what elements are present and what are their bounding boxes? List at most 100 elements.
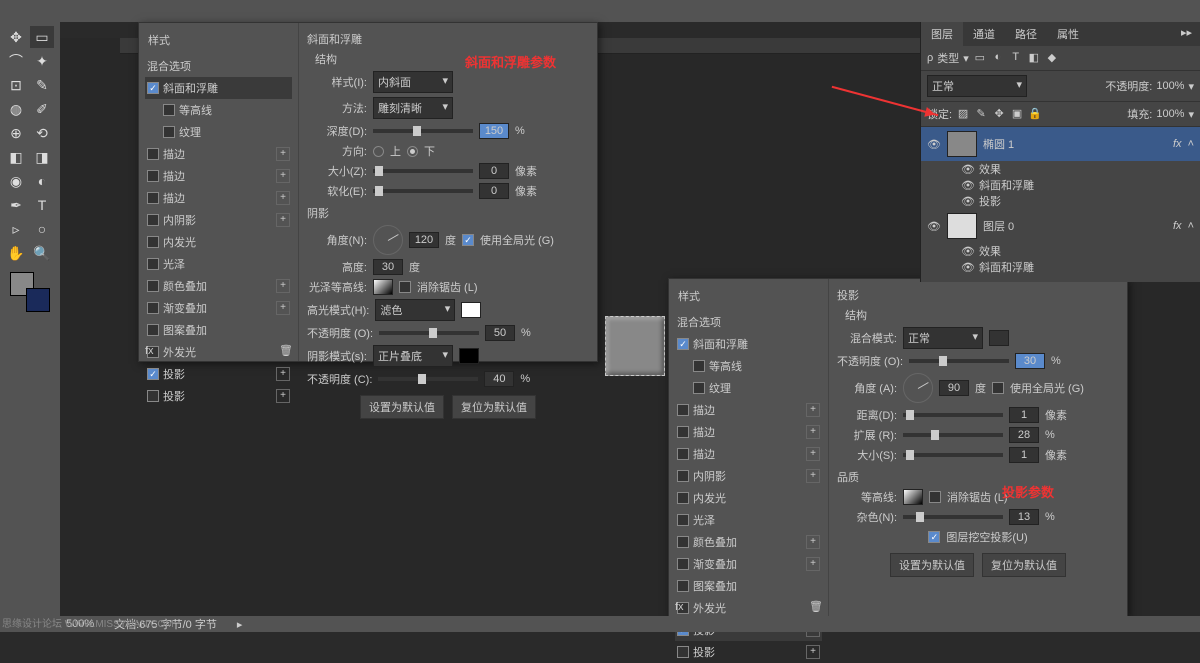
- style-内发光[interactable]: 内发光: [145, 231, 292, 253]
- style-checkbox[interactable]: [677, 338, 689, 350]
- style-图案叠加[interactable]: 图案叠加: [145, 319, 292, 341]
- style-描边[interactable]: 描边+: [675, 399, 822, 421]
- style-checkbox[interactable]: [693, 360, 705, 372]
- style-checkbox[interactable]: [677, 426, 689, 438]
- contour-picker[interactable]: [903, 489, 923, 505]
- heal-tool[interactable]: ◍: [4, 98, 28, 120]
- hand-tool[interactable]: ✋: [4, 242, 28, 264]
- highlight-color[interactable]: [461, 302, 481, 318]
- style-投影[interactable]: 投影+: [145, 363, 292, 385]
- style-描边[interactable]: 描边+: [145, 187, 292, 209]
- layer-0[interactable]: 👁图层 0fx˄: [921, 209, 1200, 243]
- dir-up-radio[interactable]: [373, 146, 384, 157]
- fx-icon[interactable]: fx: [675, 601, 684, 613]
- filter-type-icon[interactable]: T: [1009, 51, 1023, 65]
- depth-slider[interactable]: [373, 129, 473, 133]
- style-checkbox[interactable]: [147, 258, 159, 270]
- reset-default-button[interactable]: 复位为默认值: [452, 395, 536, 419]
- lock-all-icon[interactable]: 🔒: [1028, 107, 1042, 121]
- style-光泽[interactable]: 光泽: [145, 253, 292, 275]
- style-checkbox[interactable]: [677, 558, 689, 570]
- style-内发光[interactable]: 内发光: [675, 487, 822, 509]
- angle-dial[interactable]: [373, 225, 403, 255]
- type-tool[interactable]: T: [30, 194, 54, 216]
- filter-adjust-icon[interactable]: ◐: [991, 51, 1005, 65]
- brush-tool[interactable]: ✐: [30, 98, 54, 120]
- size-slider[interactable]: [373, 169, 473, 173]
- method-select[interactable]: 雕刻清晰▾: [373, 97, 453, 119]
- gradient-tool[interactable]: ◨: [30, 146, 54, 168]
- set-default-button[interactable]: 设置为默认值: [360, 395, 444, 419]
- style-checkbox[interactable]: [147, 324, 159, 336]
- add-effect-icon[interactable]: +: [276, 169, 290, 183]
- style-描边[interactable]: 描边+: [145, 165, 292, 187]
- reset-default-button[interactable]: 复位为默认值: [982, 553, 1066, 577]
- trash-icon[interactable]: 🗑: [809, 600, 823, 613]
- crop-tool[interactable]: ⊡: [4, 74, 28, 96]
- filter-pixel-icon[interactable]: ▭: [973, 51, 987, 65]
- style-图案叠加[interactable]: 图案叠加: [675, 575, 822, 597]
- add-effect-icon[interactable]: +: [806, 425, 820, 439]
- shadow-color[interactable]: [459, 348, 479, 364]
- style-select[interactable]: 内斜面▾: [373, 71, 453, 93]
- style-checkbox[interactable]: [147, 302, 159, 314]
- style-checkbox[interactable]: [147, 192, 159, 204]
- style-内阴影[interactable]: 内阴影+: [145, 209, 292, 231]
- eraser-tool[interactable]: ◧: [4, 146, 28, 168]
- style-纹理[interactable]: 纹理: [675, 377, 822, 399]
- path-tool[interactable]: ▹: [4, 218, 28, 240]
- add-effect-icon[interactable]: +: [276, 367, 290, 381]
- filter-shape-icon[interactable]: ◧: [1027, 51, 1041, 65]
- style-checkbox[interactable]: [163, 126, 175, 138]
- lasso-tool[interactable]: ⌒: [4, 50, 28, 72]
- style-checkbox[interactable]: [163, 104, 175, 116]
- pen-tool[interactable]: ✒: [4, 194, 28, 216]
- knockout-checkbox[interactable]: [928, 531, 940, 543]
- style-checkbox[interactable]: [677, 470, 689, 482]
- lock-position-icon[interactable]: ✥: [992, 107, 1006, 121]
- style-颜色叠加[interactable]: 颜色叠加+: [675, 531, 822, 553]
- highlight-mode-select[interactable]: 滤色▾: [375, 299, 455, 321]
- add-effect-icon[interactable]: +: [806, 535, 820, 549]
- tab-layers[interactable]: 图层: [921, 22, 963, 46]
- style-checkbox[interactable]: [677, 404, 689, 416]
- style-渐变叠加[interactable]: 渐变叠加+: [145, 297, 292, 319]
- tab-properties[interactable]: 属性: [1047, 22, 1089, 46]
- dodge-tool[interactable]: ◐: [30, 170, 54, 192]
- style-斜面和浮雕[interactable]: 斜面和浮雕: [145, 77, 292, 99]
- zoom-tool[interactable]: 🔍: [30, 242, 54, 264]
- style-checkbox[interactable]: [677, 448, 689, 460]
- color-swatch[interactable]: [10, 272, 50, 312]
- layer-ellipse[interactable]: 👁椭圆 1fx˄: [921, 127, 1200, 161]
- style-checkbox[interactable]: [147, 280, 159, 292]
- depth-input[interactable]: 150: [479, 123, 509, 139]
- gloss-contour[interactable]: [373, 279, 393, 295]
- shape-tool[interactable]: ○: [30, 218, 54, 240]
- history-tool[interactable]: ⟲: [30, 122, 54, 144]
- style-等高线[interactable]: 等高线: [675, 355, 822, 377]
- blend-mode-select[interactable]: 正常▾: [927, 75, 1027, 97]
- filter-smart-icon[interactable]: ◆: [1045, 51, 1059, 65]
- style-投影[interactable]: 投影+: [675, 641, 822, 663]
- add-effect-icon[interactable]: +: [806, 403, 820, 417]
- soften-slider[interactable]: [373, 189, 473, 193]
- style-checkbox[interactable]: [147, 170, 159, 182]
- style-描边[interactable]: 描边+: [145, 143, 292, 165]
- add-effect-icon[interactable]: +: [276, 301, 290, 315]
- style-颜色叠加[interactable]: 颜色叠加+: [145, 275, 292, 297]
- style-描边[interactable]: 描边+: [675, 443, 822, 465]
- style-checkbox[interactable]: [147, 82, 159, 94]
- blending-options[interactable]: 混合选项: [145, 55, 292, 77]
- style-checkbox[interactable]: [147, 148, 159, 160]
- add-effect-icon[interactable]: +: [276, 279, 290, 293]
- style-checkbox[interactable]: [693, 382, 705, 394]
- tab-channels[interactable]: 通道: [963, 22, 1005, 46]
- style-光泽[interactable]: 光泽: [675, 509, 822, 531]
- style-checkbox[interactable]: [677, 514, 689, 526]
- style-checkbox[interactable]: [677, 646, 689, 658]
- lock-transparency-icon[interactable]: ▨: [956, 107, 970, 121]
- style-checkbox[interactable]: [677, 580, 689, 592]
- angle-dial[interactable]: [903, 373, 933, 403]
- style-checkbox[interactable]: [147, 368, 159, 380]
- style-斜面和浮雕[interactable]: 斜面和浮雕: [675, 333, 822, 355]
